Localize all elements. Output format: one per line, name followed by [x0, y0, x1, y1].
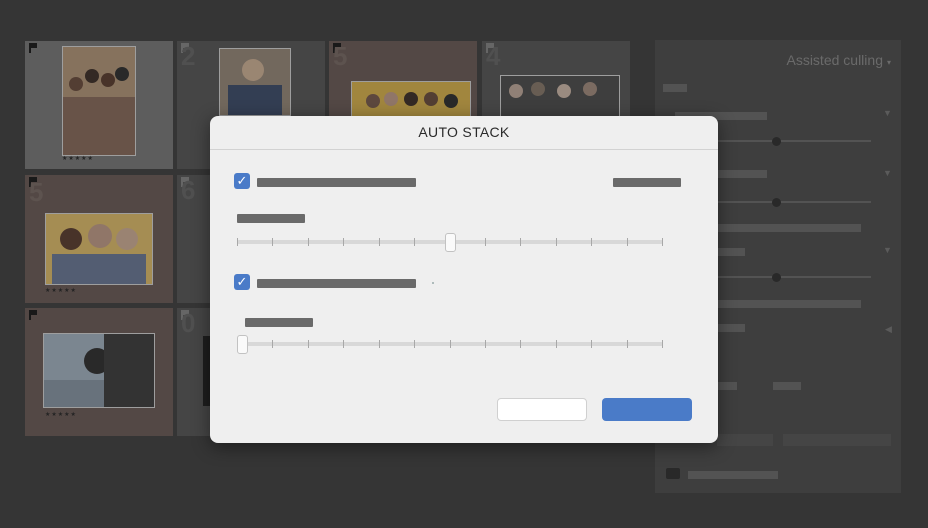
option-1-status	[613, 178, 681, 187]
dialog-title: AUTO STACK	[210, 116, 718, 150]
slider-tick	[627, 238, 628, 246]
ok-button[interactable]	[602, 398, 692, 421]
slider-tick	[379, 340, 380, 348]
slider-tick	[485, 340, 486, 348]
slider-tick	[343, 340, 344, 348]
option-1-label	[257, 178, 416, 187]
slider-tick	[627, 340, 628, 348]
slider-1[interactable]	[237, 232, 663, 252]
slider-tick	[450, 340, 451, 348]
slider-tick	[556, 340, 557, 348]
option-2-label	[257, 279, 416, 288]
slider-tick	[379, 238, 380, 246]
slider-tick	[520, 340, 521, 348]
slider-tick	[556, 238, 557, 246]
slider-2-label	[245, 318, 313, 327]
option-2-indicator	[432, 282, 434, 284]
option-2-checkbox[interactable]: ✓	[234, 274, 250, 290]
slider-tick	[591, 340, 592, 348]
slider-tick	[308, 238, 309, 246]
slider-tick	[272, 238, 273, 246]
slider-tick	[520, 238, 521, 246]
slider-tick	[308, 340, 309, 348]
slider-1-thumb[interactable]	[445, 233, 456, 252]
cancel-button[interactable]	[497, 398, 587, 421]
checkmark-icon: ✓	[236, 274, 248, 289]
slider-tick	[343, 238, 344, 246]
slider-tick	[414, 340, 415, 348]
auto-stack-dialog: AUTO STACK ✓ ✓	[210, 116, 718, 443]
slider-2[interactable]	[237, 334, 663, 354]
option-1-checkbox[interactable]: ✓	[234, 173, 250, 189]
slider-2-thumb[interactable]	[237, 335, 248, 354]
slider-tick	[662, 340, 663, 348]
slider-tick	[662, 238, 663, 246]
slider-tick	[591, 238, 592, 246]
slider-tick	[414, 238, 415, 246]
slider-tick	[237, 238, 238, 246]
checkmark-icon: ✓	[236, 173, 248, 188]
slider-tick	[272, 340, 273, 348]
slider-tick	[485, 238, 486, 246]
slider-1-label	[237, 214, 305, 223]
